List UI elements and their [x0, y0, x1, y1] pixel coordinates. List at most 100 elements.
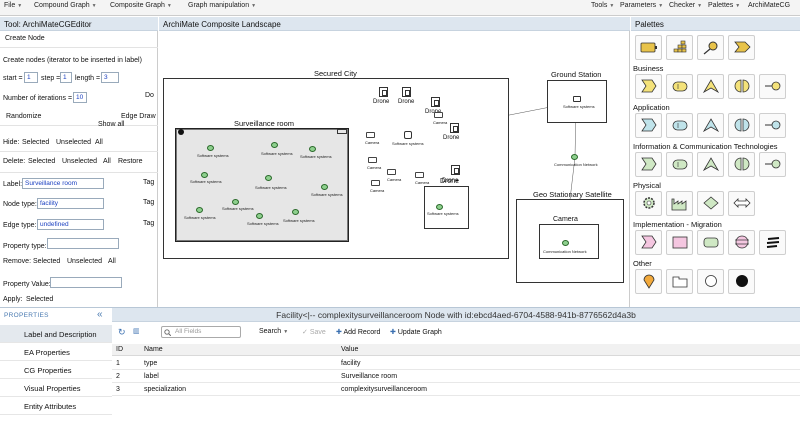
software-system-node[interactable]: [232, 199, 239, 205]
cell-value[interactable]: facility: [341, 360, 360, 367]
nav-label-description[interactable]: Label and Description: [0, 325, 112, 343]
iterations-input[interactable]: 10: [73, 92, 87, 103]
remove-unselected-button[interactable]: Unselected: [67, 258, 102, 265]
cell-value[interactable]: complexitysurveillanceroom: [341, 386, 427, 393]
cell-value[interactable]: Surveillance room: [341, 373, 397, 380]
software-system-node[interactable]: [201, 172, 208, 178]
palette-business-2[interactable]: [666, 74, 693, 99]
apply-selected-button[interactable]: Selected: [26, 296, 53, 303]
drone-icon[interactable]: [379, 87, 388, 97]
menu-tools[interactable]: Tools ▼: [591, 2, 614, 9]
palette-ict-2[interactable]: [666, 152, 693, 177]
palette-impl-2[interactable]: [666, 230, 693, 255]
software-system-node[interactable]: [256, 213, 263, 219]
property-value-input[interactable]: [50, 277, 122, 288]
palette-application-4[interactable]: [728, 113, 755, 138]
search-input[interactable]: All Fields: [161, 326, 241, 338]
palette-physical-1[interactable]: [635, 191, 662, 216]
palette-tool-battery[interactable]: [635, 35, 662, 60]
palette-other-1[interactable]: [635, 269, 662, 294]
software-system-node[interactable]: [573, 96, 581, 102]
menu-composite-graph[interactable]: Composite Graph ▼: [110, 2, 172, 9]
palette-physical-4[interactable]: [728, 191, 755, 216]
palette-ict-3[interactable]: [697, 152, 724, 177]
save-button[interactable]: ✓ Save: [302, 328, 326, 336]
remove-all-button[interactable]: All: [108, 258, 116, 265]
nav-entity-attributes[interactable]: Entity Attributes: [0, 397, 112, 415]
table-row[interactable]: 2 label Surveillance room: [112, 371, 800, 383]
show-all-button[interactable]: Show all: [98, 121, 124, 128]
software-system-node[interactable]: [207, 145, 214, 151]
palette-physical-3[interactable]: [697, 191, 724, 216]
menu-archimatecg[interactable]: ArchiMateCG: [748, 2, 790, 9]
hide-selected-button[interactable]: Selected: [22, 139, 49, 146]
add-record-button[interactable]: ✚ Add Record: [336, 328, 380, 336]
node-type-tag-button[interactable]: Tag: [143, 199, 154, 206]
edge-type-input[interactable]: undefined: [37, 219, 104, 230]
camera-icon[interactable]: [371, 180, 380, 186]
table-row[interactable]: 3 specialization complexitysurveillancer…: [112, 384, 800, 396]
drone-icon[interactable]: [451, 165, 460, 175]
length-input[interactable]: 3: [101, 72, 119, 83]
menu-file[interactable]: File ▼: [4, 2, 22, 9]
palette-impl-1[interactable]: [635, 230, 662, 255]
palette-other-3[interactable]: [697, 269, 724, 294]
node-type-input[interactable]: facility: [37, 198, 104, 209]
palette-other-2[interactable]: [666, 269, 693, 294]
palette-tool-key[interactable]: [697, 35, 724, 60]
drone-icon[interactable]: [431, 97, 440, 107]
camera-icon[interactable]: [387, 169, 396, 175]
palette-application-2[interactable]: [666, 113, 693, 138]
property-type-input[interactable]: [47, 238, 119, 249]
palette-impl-4[interactable]: [728, 230, 755, 255]
software-system-node[interactable]: [436, 204, 443, 210]
palette-tool-stack[interactable]: [666, 35, 693, 60]
update-graph-button[interactable]: ✚ Update Graph: [390, 328, 442, 336]
palette-impl-5[interactable]: [759, 230, 786, 255]
palette-business-1[interactable]: [635, 74, 662, 99]
palette-physical-2[interactable]: [666, 191, 693, 216]
edge-draw-button[interactable]: Edge Draw: [121, 113, 156, 120]
palette-application-3[interactable]: [697, 113, 724, 138]
create-node-button[interactable]: Create Node: [5, 35, 45, 42]
camera-icon[interactable]: [368, 157, 377, 163]
palette-impl-3[interactable]: [697, 230, 724, 255]
delete-all-button[interactable]: All: [103, 158, 111, 165]
menu-compound-graph[interactable]: Compound Graph ▼: [34, 2, 97, 9]
do-button[interactable]: Do: [145, 92, 154, 99]
palette-business-3[interactable]: [697, 74, 724, 99]
palette-application-1[interactable]: [635, 113, 662, 138]
drone-container-node[interactable]: [424, 186, 469, 229]
camera-icon[interactable]: [434, 112, 443, 118]
palette-business-4[interactable]: [728, 74, 755, 99]
delete-selected-button[interactable]: Selected: [28, 158, 55, 165]
hide-all-button[interactable]: All: [95, 139, 103, 146]
label-tag-button[interactable]: Tag: [143, 179, 154, 186]
step-input[interactable]: 1: [60, 72, 72, 83]
delete-unselected-button[interactable]: Unselected: [62, 158, 97, 165]
palette-business-5[interactable]: [759, 74, 786, 99]
menu-parameters[interactable]: Parameters ▼: [620, 2, 663, 9]
software-system-node[interactable]: [271, 142, 278, 148]
refresh-icon[interactable]: ↻: [118, 327, 126, 338]
collapse-icon[interactable]: «: [97, 309, 103, 320]
nav-cg-properties[interactable]: CG Properties: [0, 361, 112, 379]
palette-ict-5[interactable]: [759, 152, 786, 177]
software-system-node[interactable]: [309, 146, 316, 152]
camera-icon[interactable]: [415, 172, 424, 178]
columns-icon[interactable]: ▥: [133, 327, 140, 335]
start-input[interactable]: 1: [24, 72, 38, 83]
network-node[interactable]: [571, 154, 578, 160]
label-input[interactable]: Surveillance room: [22, 178, 104, 189]
palette-application-5[interactable]: [759, 113, 786, 138]
hub-node[interactable]: [404, 131, 412, 139]
search-button[interactable]: Search ▼: [259, 328, 288, 335]
graph-canvas[interactable]: ArchiMate Composite Landscape Secured Ci…: [159, 17, 630, 307]
restore-button[interactable]: Restore: [118, 158, 143, 165]
nav-visual-properties[interactable]: Visual Properties: [0, 379, 112, 397]
palette-other-4[interactable]: [728, 269, 755, 294]
edge-type-tag-button[interactable]: Tag: [143, 220, 154, 227]
table-row[interactable]: 1 type facility: [112, 358, 800, 370]
software-system-node[interactable]: [196, 207, 203, 213]
software-system-node[interactable]: [321, 184, 328, 190]
